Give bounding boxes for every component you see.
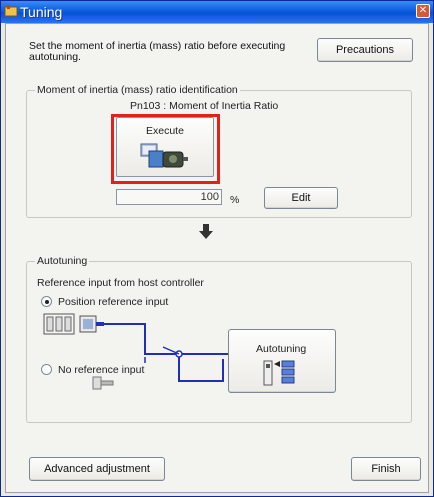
tuning-window: Tuning ✕ Set the moment of inertia (mass… <box>0 0 434 497</box>
execute-highlight-box <box>111 114 220 184</box>
reference-wiring-diagram <box>103 323 243 382</box>
autotuning-button-label: Autotuning <box>256 343 307 355</box>
autotuning-icon <box>263 360 295 386</box>
identification-progress: 100 <box>116 189 222 205</box>
identification-group-legend: Moment of inertia (mass) ratio identific… <box>35 84 240 96</box>
progress-value: 100 <box>200 191 219 203</box>
progress-unit: % <box>230 194 240 206</box>
precautions-button[interactable]: Precautions <box>317 38 413 62</box>
position-reference-label[interactable]: Position reference input <box>58 296 168 308</box>
intro-text: Set the moment of inertia (mass) ratio b… <box>29 40 286 63</box>
tuning-app-icon <box>4 5 18 17</box>
reference-input-heading: Reference input from host controller <box>37 277 204 289</box>
finish-button[interactable]: Finish <box>351 457 421 481</box>
autotuning-group-legend: Autotuning <box>35 255 90 267</box>
title-bar[interactable]: Tuning ✕ <box>1 1 433 23</box>
position-reference-radio[interactable] <box>41 296 52 307</box>
window-title: Tuning <box>20 4 63 20</box>
no-reference-radio[interactable] <box>41 364 52 375</box>
parameter-label: Pn103 : Moment of Inertia Ratio <box>130 100 279 112</box>
down-arrow-icon <box>199 224 213 239</box>
no-reference-connector-icon <box>92 376 114 390</box>
close-button[interactable]: ✕ <box>416 4 430 18</box>
advanced-adjustment-button[interactable]: Advanced adjustment <box>29 457 165 481</box>
autotuning-button[interactable]: Autotuning <box>228 329 336 393</box>
edit-button[interactable]: Edit <box>264 187 338 209</box>
